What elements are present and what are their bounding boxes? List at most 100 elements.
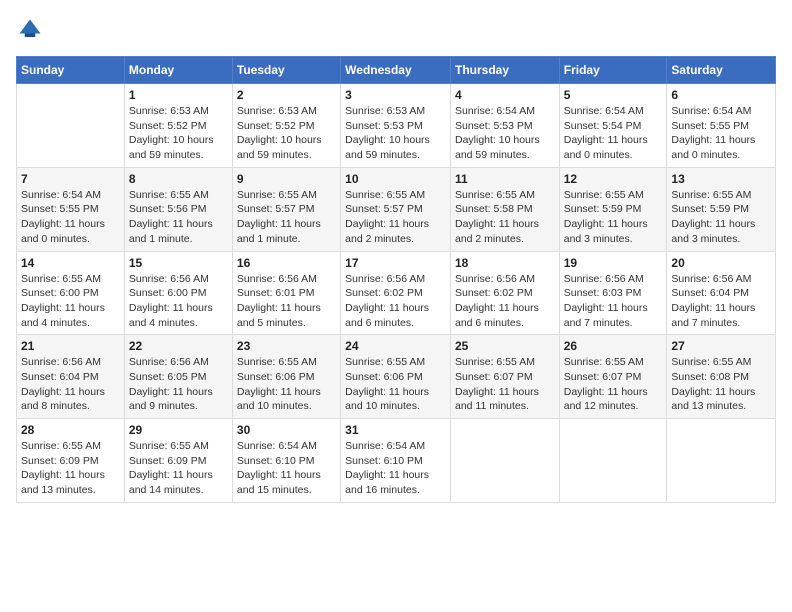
calendar-cell: 25 Sunrise: 6:55 AM Sunset: 6:07 PM Dayli… [450,335,559,419]
day-info: Sunrise: 6:56 AM Sunset: 6:04 PM Dayligh… [671,272,771,331]
weekday-row: SundayMondayTuesdayWednesdayThursdayFrid… [17,57,776,84]
calendar-cell: 3Sunrise: 6:53 AM Sunset: 5:53 PM Daylig… [341,84,451,168]
day-number: 2 [237,88,336,102]
day-info: Sunrise: 6:55 AM Sunset: 6:09 PM Dayligh… [129,439,228,498]
day-number: 12 [564,172,663,186]
day-info: Sunrise: 6:55 AM Sunset: 5:56 PM Dayligh… [129,188,228,247]
weekday-header-tuesday: Tuesday [232,57,340,84]
day-info: Sunrise: 6:56 AM Sunset: 6:01 PM Dayligh… [237,272,336,331]
calendar-cell: 14 Sunrise: 6:55 AM Sunset: 6:00 PM Dayli… [17,251,125,335]
day-info: Sunrise: 6:53 AM Sunset: 5:52 PM Dayligh… [129,104,228,163]
day-info: Sunrise: 6:56 AM Sunset: 6:03 PM Dayligh… [564,272,663,331]
calendar-cell: 30Sunrise: 6:54 AM Sunset: 6:10 PM Dayli… [232,419,340,503]
day-info: Sunrise: 6:55 AM Sunset: 6:07 PM Dayligh… [455,355,555,414]
day-info: Sunrise: 6:55 AM Sunset: 6:09 PM Dayligh… [21,439,120,498]
calendar-cell: 8 Sunrise: 6:55 AM Sunset: 5:56 PM Daylig… [124,167,232,251]
day-number: 20 [671,256,771,270]
weekday-header-thursday: Thursday [450,57,559,84]
day-number: 11 [455,172,555,186]
calendar-week-row: 14 Sunrise: 6:55 AM Sunset: 6:00 PM Dayli… [17,251,776,335]
calendar-cell: 17 Sunrise: 6:56 AM Sunset: 6:02 PM Dayli… [341,251,451,335]
day-number: 18 [455,256,555,270]
weekday-header-friday: Friday [559,57,667,84]
day-info: Sunrise: 6:55 AM Sunset: 6:06 PM Dayligh… [345,355,446,414]
day-info: Sunrise: 6:54 AM Sunset: 5:54 PM Dayligh… [564,104,663,163]
calendar-cell: 5 Sunrise: 6:54 AM Sunset: 5:54 PM Daylig… [559,84,667,168]
calendar-cell: 31 Sunrise: 6:54 AM Sunset: 6:10 PM Dayli… [341,419,451,503]
day-number: 13 [671,172,771,186]
calendar-cell: 12 Sunrise: 6:55 AM Sunset: 5:59 PM Dayli… [559,167,667,251]
day-number: 23 [237,339,336,353]
calendar-cell: 13 Sunrise: 6:55 AM Sunset: 5:59 PM Dayli… [667,167,776,251]
weekday-header-sunday: Sunday [17,57,125,84]
day-number: 10 [345,172,446,186]
day-number: 19 [564,256,663,270]
calendar-cell: 4 Sunrise: 6:54 AM Sunset: 5:53 PM Daylig… [450,84,559,168]
weekday-header-saturday: Saturday [667,57,776,84]
calendar-week-row: 7Sunrise: 6:54 AM Sunset: 5:55 PM Daylig… [17,167,776,251]
day-number: 16 [237,256,336,270]
day-info: Sunrise: 6:55 AM Sunset: 5:58 PM Dayligh… [455,188,555,247]
day-info: Sunrise: 6:55 AM Sunset: 5:59 PM Dayligh… [671,188,771,247]
day-info: Sunrise: 6:56 AM Sunset: 6:00 PM Dayligh… [129,272,228,331]
calendar-cell: 27 Sunrise: 6:55 AM Sunset: 6:08 PM Dayli… [667,335,776,419]
calendar-cell: 19 Sunrise: 6:56 AM Sunset: 6:03 PM Dayli… [559,251,667,335]
day-number: 27 [671,339,771,353]
day-number: 30 [237,423,336,437]
calendar-cell: 26Sunrise: 6:55 AM Sunset: 6:07 PM Dayli… [559,335,667,419]
day-number: 1 [129,88,228,102]
day-number: 9 [237,172,336,186]
calendar-table: SundayMondayTuesdayWednesdayThursdayFrid… [16,56,776,503]
day-info: Sunrise: 6:55 AM Sunset: 6:08 PM Dayligh… [671,355,771,414]
calendar-cell: 22 Sunrise: 6:56 AM Sunset: 6:05 PM Dayli… [124,335,232,419]
calendar-cell: 28Sunrise: 6:55 AM Sunset: 6:09 PM Dayli… [17,419,125,503]
day-info: Sunrise: 6:54 AM Sunset: 5:55 PM Dayligh… [671,104,771,163]
day-number: 4 [455,88,555,102]
day-info: Sunrise: 6:53 AM Sunset: 5:52 PM Dayligh… [237,104,336,163]
day-number: 31 [345,423,446,437]
day-info: Sunrise: 6:55 AM Sunset: 5:57 PM Dayligh… [345,188,446,247]
logo [16,16,48,44]
day-number: 22 [129,339,228,353]
calendar-cell: 16 Sunrise: 6:56 AM Sunset: 6:01 PM Dayli… [232,251,340,335]
calendar-cell: 24Sunrise: 6:55 AM Sunset: 6:06 PM Dayli… [341,335,451,419]
day-number: 25 [455,339,555,353]
calendar-cell: 2 Sunrise: 6:53 AM Sunset: 5:52 PM Daylig… [232,84,340,168]
calendar-week-row: 28Sunrise: 6:55 AM Sunset: 6:09 PM Dayli… [17,419,776,503]
calendar-cell [17,84,125,168]
weekday-header-wednesday: Wednesday [341,57,451,84]
day-info: Sunrise: 6:55 AM Sunset: 5:59 PM Dayligh… [564,188,663,247]
calendar-header: SundayMondayTuesdayWednesdayThursdayFrid… [17,57,776,84]
day-info: Sunrise: 6:55 AM Sunset: 5:57 PM Dayligh… [237,188,336,247]
calendar-cell: 23 Sunrise: 6:55 AM Sunset: 6:06 PM Dayli… [232,335,340,419]
day-number: 21 [21,339,120,353]
calendar-cell: 29Sunrise: 6:55 AM Sunset: 6:09 PM Dayli… [124,419,232,503]
calendar-cell: 11 Sunrise: 6:55 AM Sunset: 5:58 PM Dayli… [450,167,559,251]
calendar-cell [559,419,667,503]
day-number: 8 [129,172,228,186]
day-info: Sunrise: 6:56 AM Sunset: 6:04 PM Dayligh… [21,355,120,414]
logo-icon [16,16,44,44]
day-number: 14 [21,256,120,270]
calendar-cell [667,419,776,503]
day-info: Sunrise: 6:55 AM Sunset: 6:06 PM Dayligh… [237,355,336,414]
day-number: 26 [564,339,663,353]
calendar-cell: 18Sunrise: 6:56 AM Sunset: 6:02 PM Dayli… [450,251,559,335]
day-number: 17 [345,256,446,270]
day-info: Sunrise: 6:56 AM Sunset: 6:05 PM Dayligh… [129,355,228,414]
calendar-week-row: 1 Sunrise: 6:53 AM Sunset: 5:52 PM Daylig… [17,84,776,168]
day-info: Sunrise: 6:54 AM Sunset: 5:55 PM Dayligh… [21,188,120,247]
day-number: 15 [129,256,228,270]
day-info: Sunrise: 6:54 AM Sunset: 6:10 PM Dayligh… [345,439,446,498]
calendar-cell: 15 Sunrise: 6:56 AM Sunset: 6:00 PM Dayli… [124,251,232,335]
day-info: Sunrise: 6:54 AM Sunset: 5:53 PM Dayligh… [455,104,555,163]
calendar-cell: 20 Sunrise: 6:56 AM Sunset: 6:04 PM Dayli… [667,251,776,335]
day-info: Sunrise: 6:55 AM Sunset: 6:00 PM Dayligh… [21,272,120,331]
day-info: Sunrise: 6:56 AM Sunset: 6:02 PM Dayligh… [345,272,446,331]
day-number: 6 [671,88,771,102]
calendar-week-row: 21 Sunrise: 6:56 AM Sunset: 6:04 PM Dayli… [17,335,776,419]
calendar-cell: 21 Sunrise: 6:56 AM Sunset: 6:04 PM Dayli… [17,335,125,419]
calendar-body: 1 Sunrise: 6:53 AM Sunset: 5:52 PM Daylig… [17,84,776,503]
calendar-cell [450,419,559,503]
day-number: 5 [564,88,663,102]
